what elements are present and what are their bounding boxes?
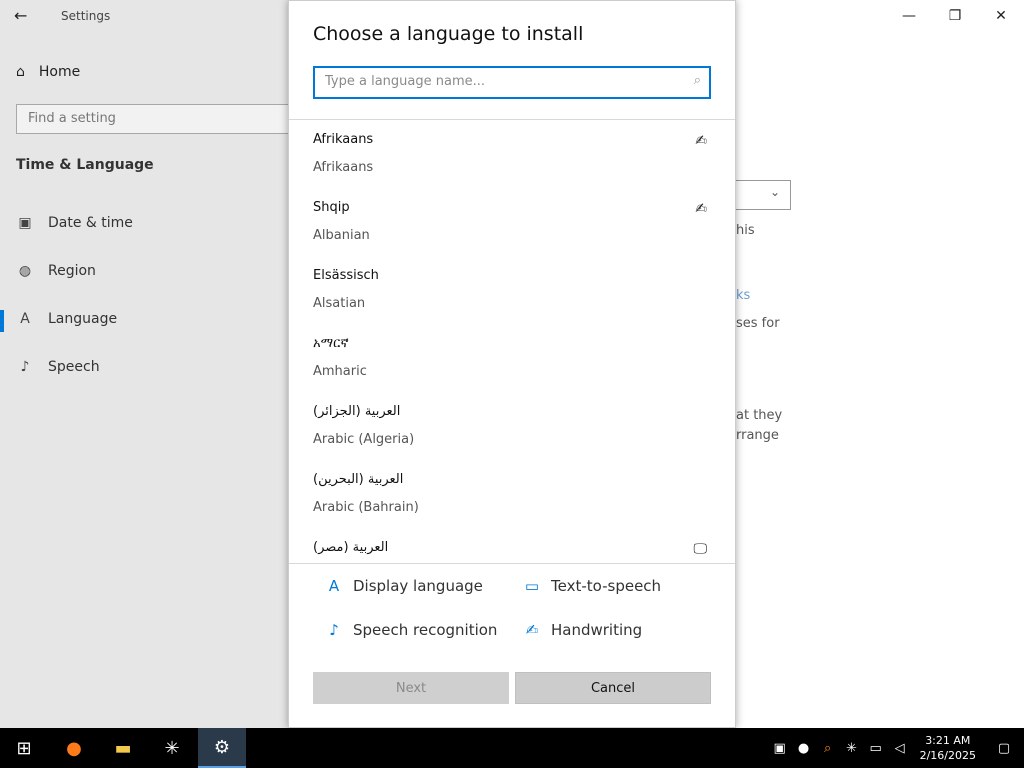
- globe-icon: ◍: [18, 263, 32, 279]
- list-item[interactable]: Elsässisch Alsatian: [313, 257, 711, 325]
- search-icon[interactable]: ⌕: [694, 73, 701, 88]
- system-tray: ▣ ● ⌕ ✳ ▭ ◁ 3:21 AM 2/16/2025 ▢: [768, 728, 1024, 768]
- sidebar-item-date-time[interactable]: ▣ Date & time: [16, 215, 133, 231]
- settings-app-icon[interactable]: ⚙: [198, 728, 246, 768]
- list-item[interactable]: Afrikaans Afrikaans ✍: [313, 121, 711, 189]
- language-english-name: Afrikaans: [313, 160, 374, 175]
- handwriting-icon: ✍: [525, 621, 539, 639]
- text-to-speech-icon: ▭: [524, 577, 540, 595]
- feature-handwriting: ✍ Handwriting: [523, 621, 642, 639]
- file-explorer-icon[interactable]: ▬: [99, 728, 147, 768]
- divider: [289, 119, 735, 120]
- sidebar-item-home[interactable]: ⌂ Home: [16, 64, 80, 80]
- back-arrow-icon[interactable]: ←: [14, 6, 34, 26]
- clock[interactable]: 3:21 AM 2/16/2025: [912, 733, 984, 763]
- handwriting-icon: ✍: [695, 133, 707, 149]
- language-native-name: Elsässisch: [313, 268, 379, 283]
- text-to-speech-icon: 🖵: [693, 541, 708, 557]
- background-dropdown[interactable]: ⌄: [735, 180, 791, 210]
- dialog-title: Choose a language to install: [313, 23, 584, 45]
- language-list[interactable]: Afrikaans Afrikaans ✍ Shqip Albanian ✍ E…: [289, 121, 735, 563]
- display-language-icon: A: [328, 577, 340, 595]
- feature-text-to-speech: ▭ Text-to-speech: [523, 577, 661, 595]
- chevron-down-icon: ⌄: [769, 185, 780, 199]
- language-english-name: Alsatian: [313, 296, 366, 311]
- feature-speech-recognition: ♪ Speech recognition: [325, 621, 497, 639]
- language-search-box[interactable]: ⌕: [313, 66, 711, 99]
- background-text: at they: [736, 408, 783, 423]
- network-warning-icon[interactable]: ▣: [768, 741, 792, 756]
- sidebar-item-region[interactable]: ◍ Region: [16, 263, 96, 279]
- sidebar-item-language[interactable]: A Language: [16, 311, 117, 327]
- language-english-name: Arabic (Algeria): [313, 432, 415, 447]
- find-setting-input[interactable]: Find a setting: [16, 104, 306, 134]
- search-tray-icon[interactable]: ⌕: [816, 741, 840, 756]
- app-title: Settings: [61, 9, 111, 23]
- sidebar-item-label: Speech: [48, 359, 100, 375]
- clock-time: 3:21 AM: [925, 734, 971, 747]
- language-native-name: Afrikaans: [313, 132, 374, 147]
- background-text: his: [736, 223, 755, 238]
- feature-display-language: A Display language: [325, 577, 483, 595]
- calendar-icon: ▣: [18, 215, 32, 231]
- feature-label: Text-to-speech: [551, 577, 662, 595]
- selection-indicator: [0, 310, 4, 332]
- language-native-name: Shqip: [313, 200, 350, 215]
- taskbar: ⊞ ● ▬ ✳ ⚙ ▣ ● ⌕ ✳ ▭ ◁ 3:21 AM 2/16/2025 …: [0, 728, 1024, 768]
- language-english-name: Amharic: [313, 364, 367, 379]
- volume-icon[interactable]: ◁: [888, 741, 912, 756]
- language-native-name: العربية (الجزائر): [313, 404, 401, 419]
- section-title: Time & Language: [16, 157, 154, 173]
- find-setting-placeholder: Find a setting: [28, 111, 116, 126]
- restore-button[interactable]: ❐: [932, 0, 978, 32]
- language-native-name: العربية (مصر): [313, 540, 389, 555]
- settings-sidebar: ← Settings ⌂ Home Find a setting Time & …: [0, 0, 306, 728]
- cancel-button[interactable]: Cancel: [515, 672, 711, 704]
- home-label: Home: [38, 64, 81, 80]
- background-link[interactable]: ks: [736, 288, 750, 303]
- clock-date: 2/16/2025: [919, 749, 976, 762]
- microphone-icon: ♪: [20, 359, 30, 375]
- language-native-name: العربية (البحرين): [313, 472, 404, 487]
- network-icon[interactable]: ▭: [864, 741, 888, 756]
- snowflake-tray-icon[interactable]: ✳: [840, 741, 864, 756]
- start-button[interactable]: ⊞: [0, 728, 48, 768]
- snowflake-app-icon[interactable]: ✳: [148, 728, 196, 768]
- firefox-icon[interactable]: ●: [50, 728, 98, 768]
- notification-icon[interactable]: ▢: [984, 741, 1024, 756]
- choose-language-dialog: Choose a language to install ⌕ Afrikaans…: [288, 0, 736, 728]
- window-controls: — ❐ ✕: [886, 0, 1024, 32]
- feature-label: Handwriting: [551, 621, 643, 639]
- language-icon: A: [20, 311, 30, 327]
- handwriting-icon: ✍: [695, 201, 707, 217]
- sidebar-item-label: Region: [48, 263, 96, 279]
- list-item[interactable]: العربية (الجزائر) Arabic (Algeria): [313, 393, 711, 461]
- minimize-button[interactable]: —: [886, 0, 932, 32]
- home-icon: ⌂: [16, 64, 25, 80]
- list-item[interactable]: Shqip Albanian ✍: [313, 189, 711, 257]
- divider: [289, 563, 735, 564]
- list-item[interactable]: አማርኛ Amharic: [313, 325, 711, 393]
- next-button[interactable]: Next: [313, 672, 509, 704]
- sidebar-item-speech[interactable]: ♪ Speech: [16, 359, 100, 375]
- sidebar-item-label: Date & time: [48, 215, 133, 231]
- language-english-name: Arabic (Bahrain): [313, 500, 419, 515]
- drop-icon[interactable]: ●: [792, 741, 816, 756]
- language-search-input[interactable]: [323, 73, 677, 90]
- microphone-icon: ♪: [329, 621, 339, 639]
- feature-label: Display language: [353, 577, 483, 595]
- feature-label: Speech recognition: [353, 621, 498, 639]
- background-text: ses for: [736, 316, 780, 331]
- background-text: rrange: [736, 428, 779, 443]
- language-english-name: Albanian: [313, 228, 370, 243]
- close-button[interactable]: ✕: [978, 0, 1024, 32]
- sidebar-item-label: Language: [48, 311, 118, 327]
- language-native-name: አማርኛ: [313, 336, 349, 351]
- list-item[interactable]: العربية (البحرين) Arabic (Bahrain): [313, 461, 711, 529]
- list-item[interactable]: العربية (مصر) 🖵: [313, 529, 711, 563]
